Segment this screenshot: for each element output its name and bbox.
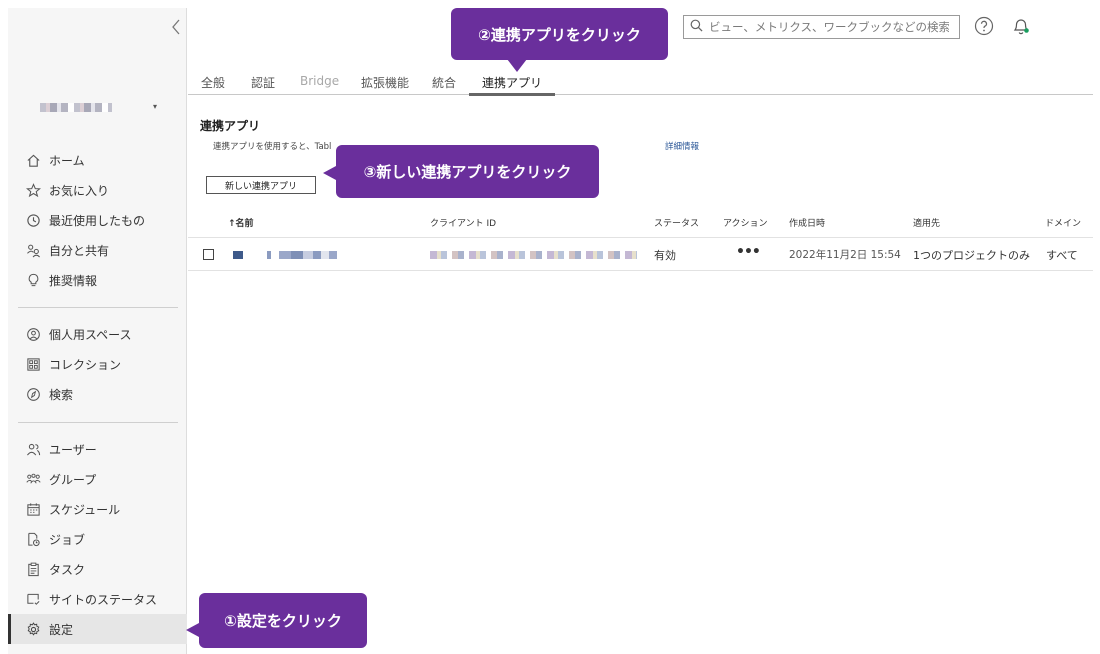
tab-bridge[interactable]: Bridge [300, 74, 339, 94]
sidebar-item-label: お気に入り [49, 183, 110, 198]
notification-dot [1024, 28, 1029, 33]
search-input[interactable] [709, 20, 949, 34]
sidebar-item-label: コレクション [49, 357, 122, 372]
sidebar-divider [18, 422, 178, 423]
callout-step-2: ②連携アプリをクリック [451, 8, 668, 72]
nav-group-admin: ユーザー グループ スケジュール ジョブ タスク サイトのステータス 設定 [8, 434, 187, 644]
personal-space-icon [25, 326, 41, 342]
applies-to-cell: 1つのプロジェクトのみ [913, 249, 1030, 262]
sidebar-item-home[interactable]: ホーム [8, 145, 187, 175]
learn-more-link[interactable]: 詳細情報 [665, 140, 699, 152]
task-icon [25, 561, 41, 577]
tab-extensions[interactable]: 拡張機能 [361, 74, 409, 94]
sidebar-item-label: ジョブ [49, 532, 86, 547]
site-name [40, 103, 112, 112]
calendar-icon [25, 501, 41, 517]
sidebar: ▾ ホーム お気に入り 最近使用したもの 自分と共有 推奨情報 個人用スペース … [8, 8, 187, 654]
page-title: 連携アプリ [200, 119, 261, 133]
sidebar-item-label: 推奨情報 [49, 273, 98, 288]
sidebar-item-recommendations[interactable]: 推奨情報 [8, 265, 187, 295]
created-cell: 2022年11月2日 15:54 [789, 249, 901, 261]
sidebar-item-label: ホーム [49, 153, 85, 168]
client-id-redacted [430, 251, 637, 259]
sidebar-item-site-status[interactable]: サイトのステータス [8, 584, 187, 614]
sidebar-item-label: グループ [49, 472, 97, 487]
column-header-client-id: クライアント ID [430, 219, 497, 229]
star-icon [25, 182, 41, 198]
sidebar-item-collections[interactable]: コレクション [8, 349, 187, 379]
search-box[interactable] [683, 15, 960, 39]
sidebar-item-label: 自分と共有 [49, 243, 110, 258]
nav-group-personal: 個人用スペース コレクション 検索 [8, 319, 187, 409]
search-icon [690, 19, 703, 35]
column-header-name[interactable]: ↑名前 [228, 216, 254, 229]
sidebar-item-users[interactable]: ユーザー [8, 434, 187, 464]
row-checkbox[interactable] [203, 249, 214, 260]
sidebar-item-explore[interactable]: 検索 [8, 379, 187, 409]
compass-icon [25, 386, 41, 402]
table-header-divider [188, 237, 1093, 238]
column-header-actions: アクション [723, 219, 768, 229]
tab-connected-apps[interactable]: 連携アプリ [468, 74, 556, 96]
sidebar-item-label: 個人用スペース [49, 327, 132, 342]
nav-group-content: ホーム お気に入り 最近使用したもの 自分と共有 推奨情報 [8, 145, 187, 295]
callout-step-3: ③新しい連携アプリをクリック [323, 145, 599, 198]
job-icon [25, 531, 41, 547]
sidebar-item-schedules[interactable]: スケジュール [8, 494, 187, 524]
group-icon [25, 471, 41, 487]
app-name-redacted[interactable] [233, 251, 345, 259]
sidebar-item-label: 検索 [49, 387, 74, 402]
tab-general[interactable]: 全般 [201, 74, 225, 94]
sidebar-item-recents[interactable]: 最近使用したもの [8, 205, 187, 235]
sidebar-item-settings[interactable]: 設定 [8, 614, 187, 644]
sidebar-item-jobs[interactable]: ジョブ [8, 524, 187, 554]
sidebar-item-label: 最近使用したもの [49, 213, 146, 228]
sidebar-item-personal-space[interactable]: 個人用スペース [8, 319, 187, 349]
callout-step-1: ①設定をクリック [186, 593, 367, 648]
tab-authentication[interactable]: 認証 [251, 74, 275, 94]
description-text: 連携アプリを使用すると、Tabl [213, 142, 332, 152]
sidebar-divider [18, 307, 178, 308]
question-circle-icon[interactable] [974, 16, 994, 36]
column-header-status: ステータス [654, 219, 700, 229]
settings-tabs: 全般 認証 Bridge 拡張機能 統合 連携アプリ [188, 74, 1093, 96]
collection-icon [25, 356, 41, 372]
sidebar-item-label: サイトのステータス [49, 592, 158, 607]
sidebar-item-groups[interactable]: グループ [8, 464, 187, 494]
gear-icon [25, 621, 41, 637]
tab-integrations[interactable]: 統合 [432, 74, 456, 94]
chevron-down-icon: ▾ [153, 102, 158, 111]
column-header-domain: ドメイン [1045, 219, 1082, 229]
clock-icon [25, 212, 41, 228]
sidebar-item-label: タスク [49, 562, 86, 577]
lightbulb-icon [25, 272, 41, 288]
sidebar-item-label: 設定 [49, 622, 74, 637]
page-description: 連携アプリを使用すると、Tabl 詳細情報 [213, 140, 699, 152]
column-header-created: 作成日時 [789, 219, 826, 229]
sidebar-item-label: スケジュール [49, 502, 121, 517]
shared-users-icon [25, 242, 41, 258]
bell-icon[interactable] [1012, 16, 1030, 36]
chevron-left-icon[interactable] [168, 18, 184, 36]
sidebar-item-favorites[interactable]: お気に入り [8, 175, 187, 205]
new-connected-app-button[interactable]: 新しい連携アプリ [206, 176, 316, 194]
column-header-applies-to: 適用先 [913, 219, 941, 229]
domain-cell: すべて [1046, 249, 1078, 262]
sidebar-item-shared-with-me[interactable]: 自分と共有 [8, 235, 187, 265]
more-actions-button[interactable]: ••• [736, 244, 761, 260]
table-row-divider [188, 270, 1093, 271]
sidebar-item-tasks[interactable]: タスク [8, 554, 187, 584]
users-icon [25, 441, 41, 457]
home-icon [25, 152, 41, 168]
site-status-icon [25, 591, 41, 607]
sidebar-item-label: ユーザー [49, 442, 97, 457]
site-switcher[interactable]: ▾ [40, 100, 166, 116]
status-cell: 有効 [654, 249, 676, 262]
